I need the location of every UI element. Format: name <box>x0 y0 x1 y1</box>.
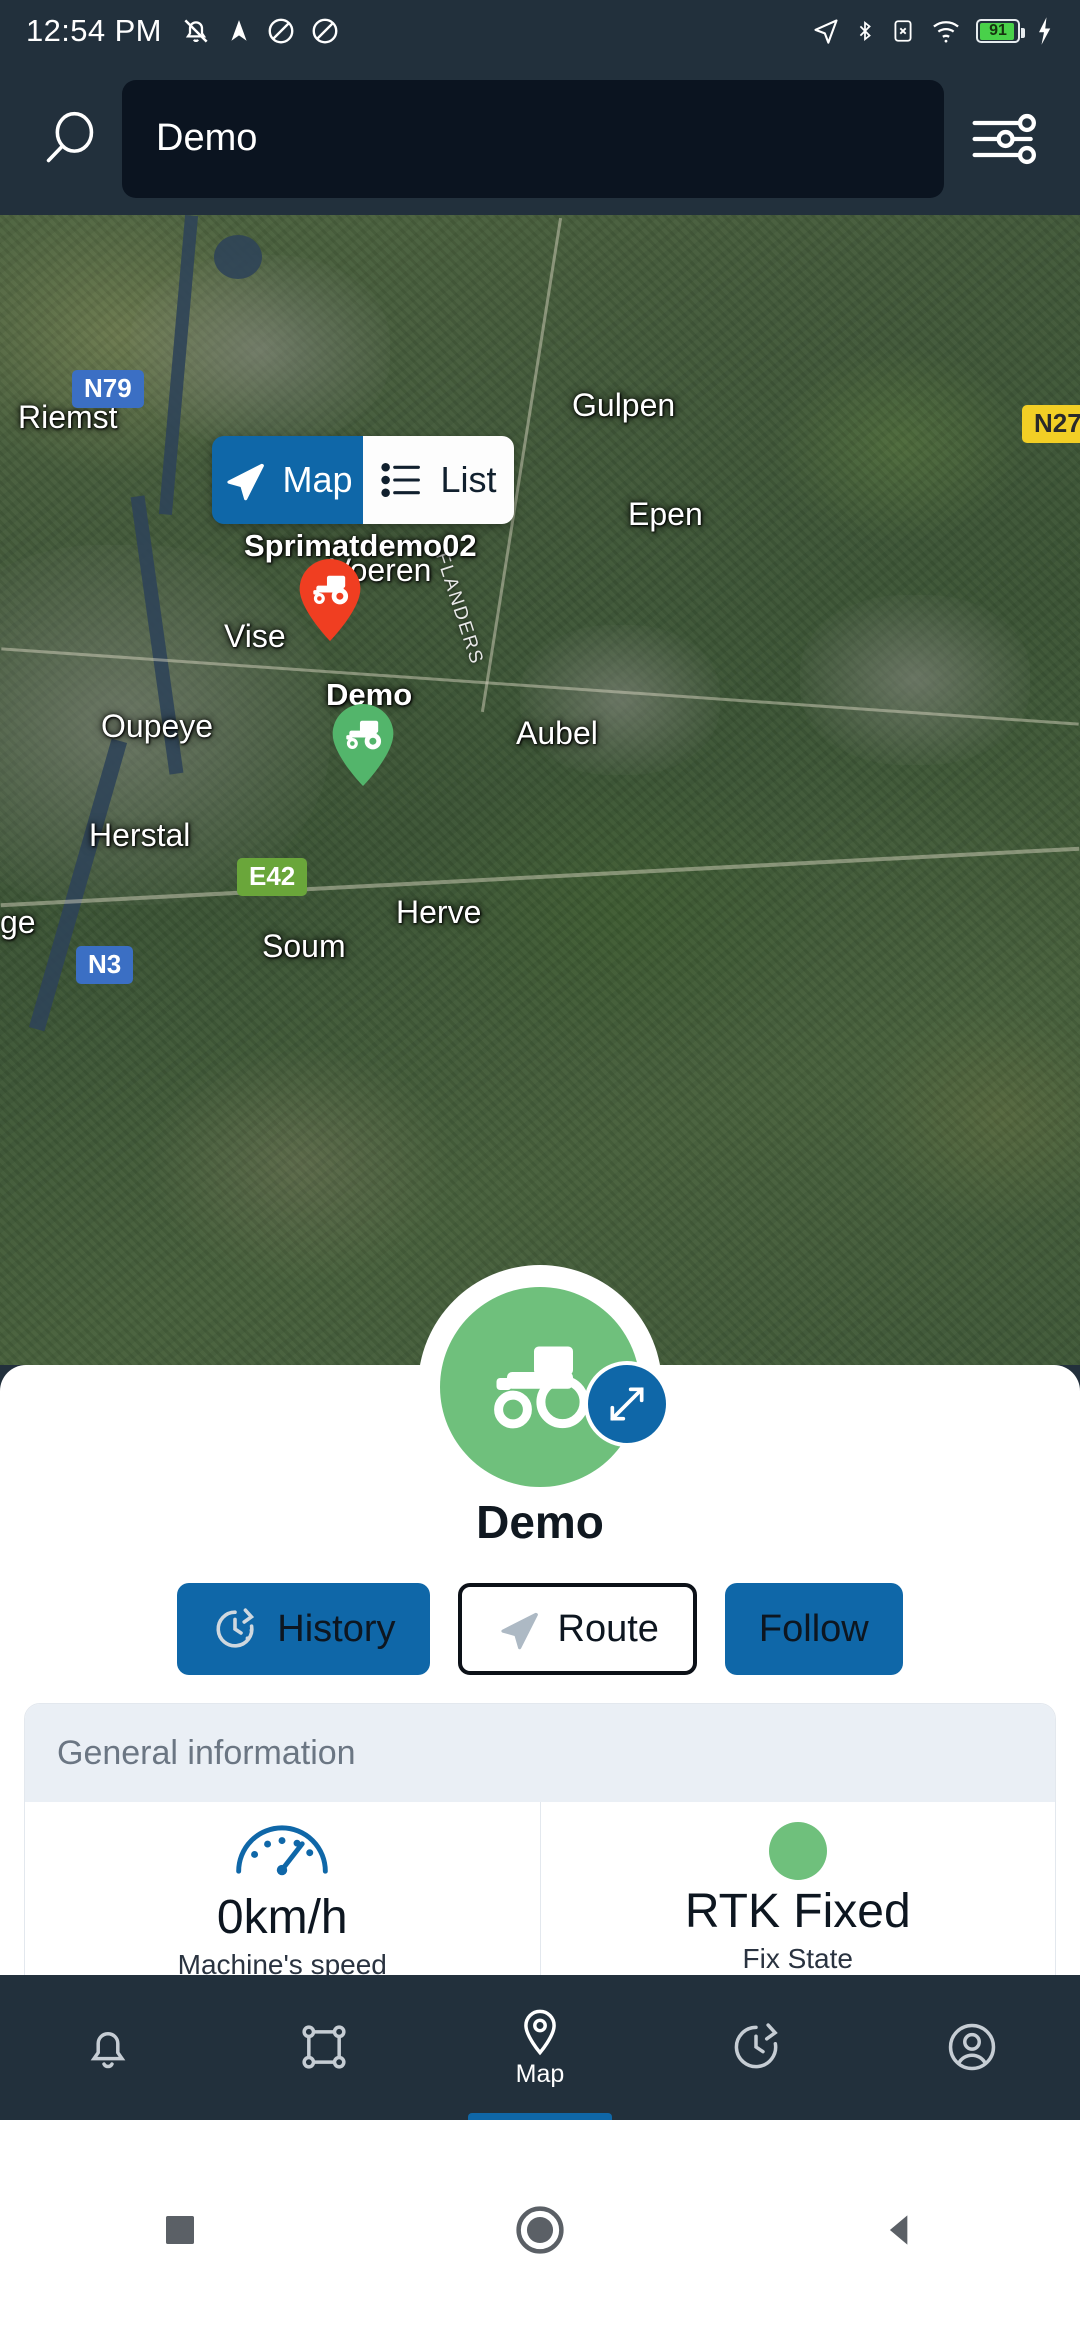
charging-bolt-icon <box>1039 17 1051 45</box>
follow-button-label: Follow <box>758 1607 869 1650</box>
speedometer-icon <box>236 1825 329 1875</box>
filter-sliders-icon <box>972 113 1036 164</box>
search-input[interactable]: Demo <box>122 79 944 198</box>
search-button[interactable] <box>26 95 114 183</box>
general-information-body: 0km/h Machine's speed RTK Fixed Fix Stat… <box>25 1802 1056 1992</box>
machine-detail-sheet: Demo History Route Follow General inform… <box>0 1265 1080 1993</box>
view-toggle: Map List <box>212 436 514 524</box>
bell-muted-icon <box>184 19 208 43</box>
map-road-shield: N79 <box>72 370 144 408</box>
navigation-arrow-icon <box>500 1612 538 1650</box>
map-city-label: Vise <box>224 618 286 654</box>
tab-list[interactable]: List <box>363 436 514 524</box>
avatar[interactable] <box>418 1265 670 1509</box>
map-city-label: Oupeye <box>101 708 214 744</box>
location-arrow-icon <box>231 20 247 41</box>
nav-active-indicator <box>468 2113 612 2120</box>
map-road-shield: N278 <box>1022 405 1080 443</box>
bluetooth-icon <box>859 20 871 42</box>
search-input-value: Demo <box>156 117 258 159</box>
navigation-arrow-icon <box>227 463 265 501</box>
status-badge <box>768 1821 827 1880</box>
follow-button[interactable]: Follow <box>724 1583 903 1675</box>
recents-square-icon <box>166 2216 194 2244</box>
map-pin-icon <box>524 2009 556 2056</box>
map-city-label: Gulpen <box>572 387 676 423</box>
bullet-list-icon <box>381 463 421 497</box>
android-navigation-bar <box>0 2120 1080 2340</box>
general-information-header: General information <box>25 1704 1055 1802</box>
field-boundary-icon <box>302 2024 346 2069</box>
filter-button[interactable] <box>954 95 1054 183</box>
map-city-label: Aubel <box>516 715 598 751</box>
wifi-icon <box>933 21 959 43</box>
map-marker-demo[interactable] <box>332 704 394 786</box>
status-bar-left-icons <box>180 15 340 47</box>
general-information-card: General information 0km/h Machine's spee… <box>24 1703 1056 1993</box>
nav-item-profile[interactable] <box>864 1975 1080 2120</box>
home-circle-icon <box>516 2206 564 2254</box>
machine-speed-cell: 0km/h Machine's speed <box>25 1802 540 1992</box>
history-button[interactable]: History <box>177 1583 430 1675</box>
status-bar-right-icons: 91 <box>812 16 1054 46</box>
map-urban-area <box>520 625 720 775</box>
history-button-label: History <box>277 1607 396 1650</box>
navigation-icon <box>814 19 838 44</box>
history-clock-icon <box>734 2022 778 2068</box>
tab-map-label: Map <box>282 459 353 500</box>
map-city-label: Soum <box>262 928 346 964</box>
edit-badge-button[interactable] <box>584 1361 670 1447</box>
search-icon <box>46 111 94 162</box>
route-button-label: Route <box>557 1607 659 1650</box>
bottom-navigation: Map <box>0 1975 1080 2120</box>
profile-icon <box>948 2023 996 2070</box>
map-city-label: ge <box>0 904 36 940</box>
map-pin-green <box>332 704 394 786</box>
tab-map[interactable]: Map <box>212 436 363 524</box>
map-city-label: Epen <box>628 496 703 532</box>
map-road-shield: E42 <box>237 858 308 896</box>
phone-screen: 12:54 PM 91 Demo Riemst Gulpen Epen Voer… <box>0 0 1080 2340</box>
edit-pencil-icon <box>610 1387 644 1421</box>
nav-item-history[interactable] <box>648 1975 864 2120</box>
battery-level-text: 91 <box>989 22 1007 39</box>
page-title: Demo <box>476 1496 604 1548</box>
map-marker-sprimatdemo02[interactable] <box>299 559 361 641</box>
nav-item-fields[interactable] <box>216 1975 432 2120</box>
map-city-label: Herstal <box>89 817 191 853</box>
recents-button[interactable] <box>120 2170 240 2290</box>
status-bar: 12:54 PM 91 <box>0 0 1080 62</box>
map-city-label: Herve <box>396 894 482 930</box>
fix-state-caption: Fix State <box>742 1942 853 1974</box>
map-road-shield: N3 <box>76 946 134 984</box>
bell-icon <box>90 2031 126 2068</box>
fix-state-cell: RTK Fixed Fix State <box>539 1802 1056 1992</box>
fix-state-value: RTK Fixed <box>684 1884 911 1938</box>
sim-missing-icon <box>894 20 912 42</box>
nav-item-map-label: Map <box>515 2060 565 2088</box>
route-button[interactable]: Route <box>457 1583 697 1675</box>
home-button[interactable] <box>480 2170 600 2290</box>
map-pin-red <box>299 559 361 641</box>
battery-icon: 91 <box>976 19 1025 43</box>
back-triangle-icon <box>889 2215 908 2245</box>
map-urban-area <box>800 595 1030 765</box>
history-clock-icon <box>216 1608 255 1648</box>
map-river <box>214 235 262 279</box>
tractor-icon <box>494 1346 589 1429</box>
machine-speed-value: 0km/h <box>216 1890 348 1944</box>
status-bar-clock: 12:54 PM <box>26 13 162 48</box>
data-saver-icon <box>312 18 338 44</box>
tab-list-label: List <box>440 459 497 500</box>
map-view[interactable]: Riemst Gulpen Epen Voeren Vise Oupeye Au… <box>0 215 1080 1365</box>
nav-item-map[interactable]: Map <box>432 1975 648 2120</box>
action-buttons: History Route Follow <box>0 1583 1080 1675</box>
do-not-disturb-icon <box>268 18 294 44</box>
back-button[interactable] <box>840 2170 960 2290</box>
nav-item-alerts[interactable] <box>0 1975 216 2120</box>
search-bar: Demo <box>0 62 1080 215</box>
